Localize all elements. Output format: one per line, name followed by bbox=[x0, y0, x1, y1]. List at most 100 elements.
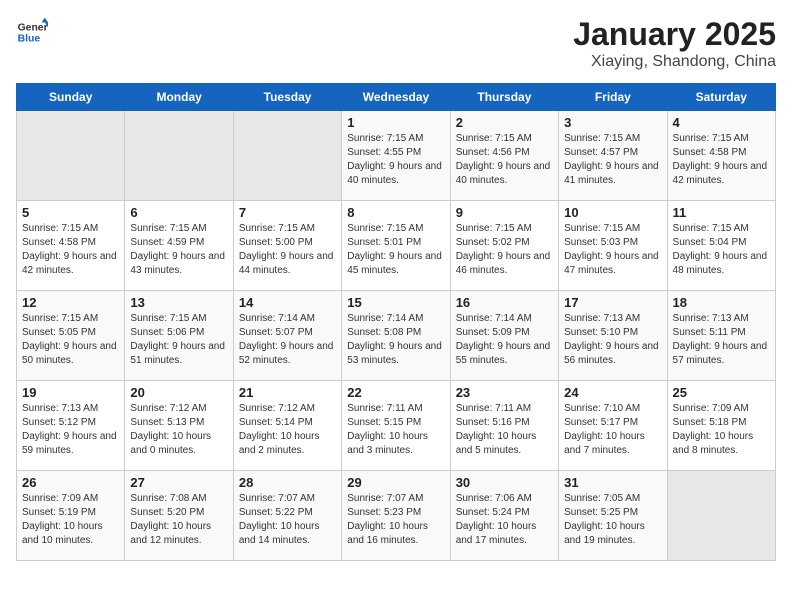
day-info: Sunrise: 7:15 AMSunset: 5:02 PMDaylight:… bbox=[456, 222, 553, 278]
day-info: Sunrise: 7:15 AMSunset: 5:05 PMDaylight:… bbox=[22, 312, 119, 368]
calendar-cell: 12 Sunrise: 7:15 AMSunset: 5:05 PMDayligh… bbox=[17, 291, 125, 381]
day-number: 18 bbox=[673, 295, 770, 310]
calendar-cell: 10Sunrise: 7:15 AMSunset: 5:03 PMDayligh… bbox=[559, 201, 667, 291]
calendar-week-row: 26 Sunrise: 7:09 AMSunset: 5:19 PMDayligh… bbox=[17, 471, 776, 561]
day-info: Sunrise: 7:11 AMSunset: 5:15 PMDaylight:… bbox=[347, 402, 444, 458]
calendar-cell: 15 Sunrise: 7:14 AMSunset: 5:08 PMDayligh… bbox=[342, 291, 450, 381]
calendar-week-row: 19Sunrise: 7:13 AMSunset: 5:12 PMDayligh… bbox=[17, 381, 776, 471]
day-of-week-header: Sunday bbox=[17, 84, 125, 111]
svg-text:General: General bbox=[18, 22, 48, 33]
calendar-cell: 16 Sunrise: 7:14 AMSunset: 5:09 PMDayligh… bbox=[450, 291, 558, 381]
calendar-cell: 7Sunrise: 7:15 AMSunset: 5:00 PMDaylight… bbox=[233, 201, 341, 291]
calendar-cell: 30 Sunrise: 7:06 AMSunset: 5:24 PMDayligh… bbox=[450, 471, 558, 561]
logo-icon: General Blue bbox=[16, 16, 48, 48]
page-header: General Blue January 2025 Xiaying, Shand… bbox=[16, 16, 776, 71]
calendar-cell: 5Sunrise: 7:15 AMSunset: 4:58 PMDaylight… bbox=[17, 201, 125, 291]
calendar-header-row: SundayMondayTuesdayWednesdayThursdayFrid… bbox=[17, 84, 776, 111]
calendar-cell: 4 Sunrise: 7:15 AMSunset: 4:58 PMDaylight… bbox=[667, 111, 775, 201]
calendar-week-row: 12 Sunrise: 7:15 AMSunset: 5:05 PMDayligh… bbox=[17, 291, 776, 381]
day-info: Sunrise: 7:13 AMSunset: 5:10 PMDaylight:… bbox=[564, 312, 661, 368]
calendar-cell: 20Sunrise: 7:12 AMSunset: 5:13 PMDayligh… bbox=[125, 381, 233, 471]
calendar-cell: 18 Sunrise: 7:13 AMSunset: 5:11 PMDayligh… bbox=[667, 291, 775, 381]
calendar-cell: 17Sunrise: 7:13 AMSunset: 5:10 PMDayligh… bbox=[559, 291, 667, 381]
day-number: 27 bbox=[130, 475, 227, 490]
day-info: Sunrise: 7:15 AMSunset: 4:56 PMDaylight:… bbox=[456, 132, 553, 188]
day-number: 29 bbox=[347, 475, 444, 490]
day-number: 4 bbox=[673, 115, 770, 130]
calendar-cell: 21 Sunrise: 7:12 AMSunset: 5:14 PMDayligh… bbox=[233, 381, 341, 471]
day-of-week-header: Friday bbox=[559, 84, 667, 111]
day-info: Sunrise: 7:15 AMSunset: 5:06 PMDaylight:… bbox=[130, 312, 227, 368]
day-number: 10 bbox=[564, 205, 661, 220]
calendar-cell: 3Sunrise: 7:15 AMSunset: 4:57 PMDaylight… bbox=[559, 111, 667, 201]
logo: General Blue bbox=[16, 16, 52, 48]
day-info: Sunrise: 7:15 AMSunset: 4:58 PMDaylight:… bbox=[673, 132, 770, 188]
day-number: 1 bbox=[347, 115, 444, 130]
day-info: Sunrise: 7:09 AMSunset: 5:19 PMDaylight:… bbox=[22, 492, 119, 548]
day-number: 11 bbox=[673, 205, 770, 220]
day-number: 12 bbox=[22, 295, 119, 310]
day-number: 6 bbox=[130, 205, 227, 220]
calendar-cell: 13 Sunrise: 7:15 AMSunset: 5:06 PMDayligh… bbox=[125, 291, 233, 381]
day-info: Sunrise: 7:10 AMSunset: 5:17 PMDaylight:… bbox=[564, 402, 661, 458]
day-info: Sunrise: 7:14 AMSunset: 5:08 PMDaylight:… bbox=[347, 312, 444, 368]
svg-text:Blue: Blue bbox=[18, 34, 41, 45]
day-info: Sunrise: 7:13 AMSunset: 5:12 PMDaylight:… bbox=[22, 402, 119, 458]
day-number: 28 bbox=[239, 475, 336, 490]
calendar-cell: 14Sunrise: 7:14 AMSunset: 5:07 PMDayligh… bbox=[233, 291, 341, 381]
calendar-cell: 26 Sunrise: 7:09 AMSunset: 5:19 PMDayligh… bbox=[17, 471, 125, 561]
day-number: 3 bbox=[564, 115, 661, 130]
calendar-cell: 2Sunrise: 7:15 AMSunset: 4:56 PMDaylight… bbox=[450, 111, 558, 201]
page-title: January 2025 bbox=[573, 16, 776, 53]
day-info: Sunrise: 7:07 AMSunset: 5:22 PMDaylight:… bbox=[239, 492, 336, 548]
day-info: Sunrise: 7:08 AMSunset: 5:20 PMDaylight:… bbox=[130, 492, 227, 548]
day-number: 31 bbox=[564, 475, 661, 490]
day-number: 25 bbox=[673, 385, 770, 400]
day-of-week-header: Monday bbox=[125, 84, 233, 111]
day-number: 30 bbox=[456, 475, 553, 490]
day-info: Sunrise: 7:14 AMSunset: 5:09 PMDaylight:… bbox=[456, 312, 553, 368]
day-info: Sunrise: 7:12 AMSunset: 5:14 PMDaylight:… bbox=[239, 402, 336, 458]
calendar-cell: 9Sunrise: 7:15 AMSunset: 5:02 PMDaylight… bbox=[450, 201, 558, 291]
calendar-cell: 8Sunrise: 7:15 AMSunset: 5:01 PMDaylight… bbox=[342, 201, 450, 291]
day-info: Sunrise: 7:07 AMSunset: 5:23 PMDaylight:… bbox=[347, 492, 444, 548]
calendar-cell: 24 Sunrise: 7:10 AMSunset: 5:17 PMDayligh… bbox=[559, 381, 667, 471]
day-number: 8 bbox=[347, 205, 444, 220]
calendar-cell: 1 Sunrise: 7:15 AMSunset: 4:55 PMDaylight… bbox=[342, 111, 450, 201]
calendar-week-row: 1 Sunrise: 7:15 AMSunset: 4:55 PMDaylight… bbox=[17, 111, 776, 201]
calendar-cell: 11Sunrise: 7:15 AMSunset: 5:04 PMDayligh… bbox=[667, 201, 775, 291]
day-number: 26 bbox=[22, 475, 119, 490]
day-number: 16 bbox=[456, 295, 553, 310]
calendar-cell: 25Sunrise: 7:09 AMSunset: 5:18 PMDayligh… bbox=[667, 381, 775, 471]
day-number: 24 bbox=[564, 385, 661, 400]
day-number: 22 bbox=[347, 385, 444, 400]
calendar-cell bbox=[667, 471, 775, 561]
day-number: 21 bbox=[239, 385, 336, 400]
calendar-cell bbox=[125, 111, 233, 201]
day-number: 13 bbox=[130, 295, 227, 310]
calendar-cell bbox=[17, 111, 125, 201]
day-info: Sunrise: 7:15 AMSunset: 4:55 PMDaylight:… bbox=[347, 132, 444, 188]
calendar-cell: 6 Sunrise: 7:15 AMSunset: 4:59 PMDaylight… bbox=[125, 201, 233, 291]
calendar-cell: 29 Sunrise: 7:07 AMSunset: 5:23 PMDayligh… bbox=[342, 471, 450, 561]
day-of-week-header: Tuesday bbox=[233, 84, 341, 111]
calendar-cell: 28 Sunrise: 7:07 AMSunset: 5:22 PMDayligh… bbox=[233, 471, 341, 561]
day-info: Sunrise: 7:15 AMSunset: 4:59 PMDaylight:… bbox=[130, 222, 227, 278]
page-subtitle: Xiaying, Shandong, China bbox=[573, 53, 776, 71]
calendar-week-row: 5Sunrise: 7:15 AMSunset: 4:58 PMDaylight… bbox=[17, 201, 776, 291]
title-block: January 2025 Xiaying, Shandong, China bbox=[573, 16, 776, 71]
day-info: Sunrise: 7:13 AMSunset: 5:11 PMDaylight:… bbox=[673, 312, 770, 368]
day-of-week-header: Wednesday bbox=[342, 84, 450, 111]
calendar-cell: 31Sunrise: 7:05 AMSunset: 5:25 PMDayligh… bbox=[559, 471, 667, 561]
day-of-week-header: Saturday bbox=[667, 84, 775, 111]
day-info: Sunrise: 7:06 AMSunset: 5:24 PMDaylight:… bbox=[456, 492, 553, 548]
calendar-body: 1 Sunrise: 7:15 AMSunset: 4:55 PMDaylight… bbox=[17, 111, 776, 561]
day-info: Sunrise: 7:15 AMSunset: 4:58 PMDaylight:… bbox=[22, 222, 119, 278]
day-number: 15 bbox=[347, 295, 444, 310]
calendar-cell bbox=[233, 111, 341, 201]
day-info: Sunrise: 7:15 AMSunset: 5:00 PMDaylight:… bbox=[239, 222, 336, 278]
day-number: 23 bbox=[456, 385, 553, 400]
day-number: 20 bbox=[130, 385, 227, 400]
calendar-cell: 27 Sunrise: 7:08 AMSunset: 5:20 PMDayligh… bbox=[125, 471, 233, 561]
day-info: Sunrise: 7:11 AMSunset: 5:16 PMDaylight:… bbox=[456, 402, 553, 458]
